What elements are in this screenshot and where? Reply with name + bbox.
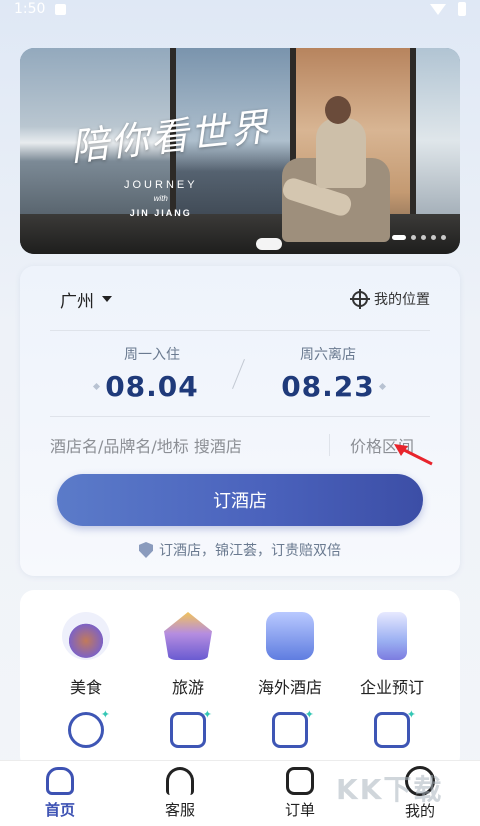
divider bbox=[329, 434, 330, 456]
banner-pagination bbox=[392, 235, 446, 240]
banner-person-head bbox=[325, 96, 351, 124]
hotel-search-input[interactable]: 酒店名/品牌名/地标 搜酒店 bbox=[50, 433, 311, 457]
service-item[interactable]: ✦ bbox=[138, 708, 238, 748]
hotel-booking-card: 广州 我的位置 周一入住 08.04 周六离店 08.23 酒店名/品牌名/地标… bbox=[20, 266, 460, 576]
pagination-dot[interactable] bbox=[392, 235, 406, 240]
document-icon: ✦ bbox=[272, 708, 314, 748]
notification-icon bbox=[55, 3, 67, 15]
service-label: 美食 bbox=[69, 678, 102, 697]
banner-subtitle-line: with bbox=[153, 194, 168, 203]
order-icon bbox=[286, 767, 314, 795]
my-location-button[interactable]: 我的位置 bbox=[350, 289, 430, 309]
locate-icon bbox=[350, 289, 370, 309]
date-separator bbox=[232, 358, 245, 390]
service-item-travel[interactable]: 旅游 bbox=[138, 612, 238, 698]
checkin-date-picker[interactable]: 周一入住 08.04 bbox=[72, 344, 232, 403]
my-location-label: 我的位置 bbox=[374, 292, 430, 308]
battery-icon bbox=[458, 2, 466, 16]
qr-code-icon: ✦ bbox=[374, 708, 416, 748]
service-item[interactable]: ✦ bbox=[342, 708, 442, 748]
tab-label: 客服 bbox=[164, 801, 195, 819]
city-row: 广州 我的位置 bbox=[60, 282, 430, 316]
city-selector[interactable]: 广州 bbox=[60, 287, 112, 312]
services-grid: 美食 旅游 海外酒店 企业预订 ✦ ✦ ✦ ✦ bbox=[20, 590, 460, 770]
divider bbox=[50, 416, 430, 417]
pagination-dot[interactable] bbox=[441, 235, 446, 240]
caret-down-icon bbox=[102, 296, 112, 302]
travel-icon bbox=[164, 612, 212, 660]
home-icon bbox=[46, 767, 74, 795]
pagination-dot[interactable] bbox=[421, 235, 426, 240]
banner-subtitle-line: JIN JIANG bbox=[129, 208, 192, 218]
headset-icon bbox=[166, 767, 194, 795]
service-item[interactable]: ✦ bbox=[240, 708, 340, 748]
tab-orders[interactable]: 订单 bbox=[250, 767, 350, 820]
tab-customer-service[interactable]: 客服 bbox=[130, 767, 230, 820]
status-time: 1:50 bbox=[14, 1, 46, 17]
clock-icon: ✦ bbox=[68, 708, 110, 748]
wifi-icon bbox=[430, 3, 446, 15]
service-label: 旅游 bbox=[171, 678, 204, 697]
watermark: KK下载 bbox=[336, 773, 444, 806]
pagination-dot[interactable] bbox=[411, 235, 416, 240]
pagination-dot[interactable] bbox=[431, 235, 436, 240]
guarantee-text: 订酒店，锦江荟，订贵赔双倍 bbox=[159, 543, 341, 559]
service-label: 海外酒店 bbox=[257, 678, 322, 697]
red-arrow-annotation bbox=[394, 444, 433, 466]
food-icon bbox=[62, 612, 110, 660]
banner-person bbox=[316, 118, 366, 188]
tab-label: 首页 bbox=[44, 801, 75, 819]
checkout-date-picker[interactable]: 周六离店 08.23 bbox=[248, 344, 408, 403]
status-bar: 1:50 bbox=[0, 0, 480, 18]
service-item-food[interactable]: 美食 bbox=[36, 612, 136, 698]
guarantee-note: 订酒店，锦江荟，订贵赔双倍 bbox=[20, 540, 460, 560]
city-name: 广州 bbox=[60, 291, 94, 312]
banner-shoe bbox=[256, 238, 282, 250]
banner-subtitle: JOURNEY with JIN JIANG bbox=[124, 178, 198, 220]
business-booking-icon bbox=[377, 612, 407, 660]
checkout-label: 周六离店 bbox=[300, 347, 356, 363]
tab-home[interactable]: 首页 bbox=[10, 767, 110, 820]
service-item-overseas-hotel[interactable]: 海外酒店 bbox=[240, 612, 340, 698]
banner-floor bbox=[20, 214, 460, 254]
checkin-label: 周一入住 bbox=[124, 347, 180, 363]
promo-banner[interactable]: 陪你看世界 JOURNEY with JIN JIANG bbox=[20, 48, 460, 254]
service-label: 企业预订 bbox=[359, 678, 424, 697]
book-hotel-button[interactable]: 订酒店 bbox=[57, 474, 423, 526]
service-item[interactable]: ✦ bbox=[36, 708, 136, 748]
shield-icon bbox=[139, 542, 153, 558]
service-item-business-booking[interactable]: 企业预订 bbox=[342, 612, 442, 698]
tab-label: 订单 bbox=[284, 801, 315, 819]
overseas-hotel-icon bbox=[266, 612, 314, 660]
banner-subtitle-line: JOURNEY bbox=[124, 179, 198, 191]
divider bbox=[50, 330, 430, 331]
search-row: 酒店名/品牌名/地标 搜酒店 价格区间 bbox=[50, 428, 430, 462]
store-icon: ✦ bbox=[170, 708, 212, 748]
